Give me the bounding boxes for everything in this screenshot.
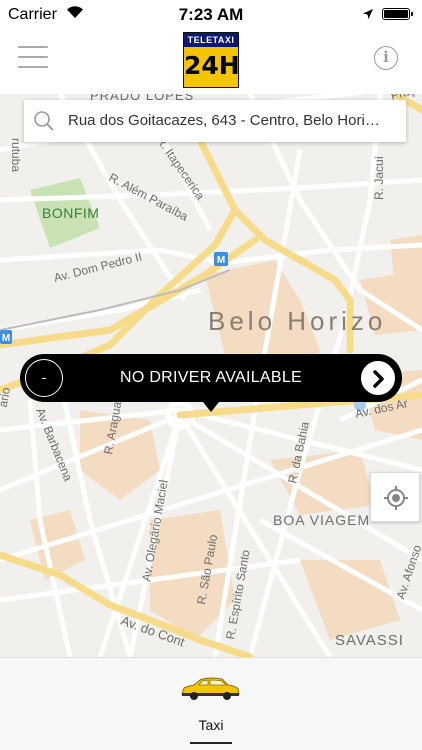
map-label-jacui: R. Jacuí (372, 155, 386, 200)
metro-icon: M (0, 330, 12, 344)
tab-taxi-label: Taxi (198, 717, 224, 733)
driver-status-pill: - NO DRIVER AVAILABLE (20, 354, 402, 412)
status-bar: Carrier 7:23 AM (0, 0, 422, 30)
my-location-button[interactable] (370, 472, 420, 522)
address-search-bar[interactable]: Rua dos Goitacazes, 643 - Centro, Belo H… (24, 100, 406, 142)
location-arrow-icon (363, 9, 373, 19)
map-label-belo-horizonte: Belo Horizo (208, 306, 386, 336)
map-label-savassi: SAVASSI (335, 632, 404, 649)
driver-status-message: NO DRIVER AVAILABLE (119, 369, 303, 386)
logo-main-text: 24H (184, 51, 240, 80)
search-icon (34, 111, 54, 131)
status-time: 7:23 AM (178, 5, 244, 24)
map-label-rutuba: rutuba (9, 138, 23, 172)
battery-icon (382, 8, 413, 20)
teletaxi-logo: TELETAXI 24H (183, 32, 240, 88)
home-indicator (190, 742, 232, 744)
tab-taxi[interactable]: Taxi (160, 672, 262, 742)
crosshair-icon (384, 486, 408, 510)
info-button[interactable]: i (374, 46, 398, 70)
map-label-boa-viagem: BOA VIAGEM (273, 512, 370, 528)
info-icon: i (383, 48, 389, 66)
tab-bar: Taxi (0, 657, 422, 750)
svg-text:M: M (2, 333, 10, 344)
menu-button[interactable] (18, 46, 48, 72)
taxi-car-icon (181, 677, 240, 700)
nav-bar: TELETAXI 24H i (0, 30, 422, 94)
metro-icon: M (214, 252, 228, 266)
chevron-right-icon (373, 370, 384, 388)
map-label-bonfim: BONFIM (42, 205, 99, 221)
next-button[interactable] (359, 359, 397, 397)
svg-text:M: M (217, 255, 225, 266)
address-input[interactable]: Rua dos Goitacazes, 643 - Centro, Belo H… (68, 112, 398, 129)
collapse-button[interactable]: - (25, 359, 63, 397)
logo-top-text: TELETAXI (184, 33, 238, 47)
hamburger-icon (18, 46, 48, 48)
